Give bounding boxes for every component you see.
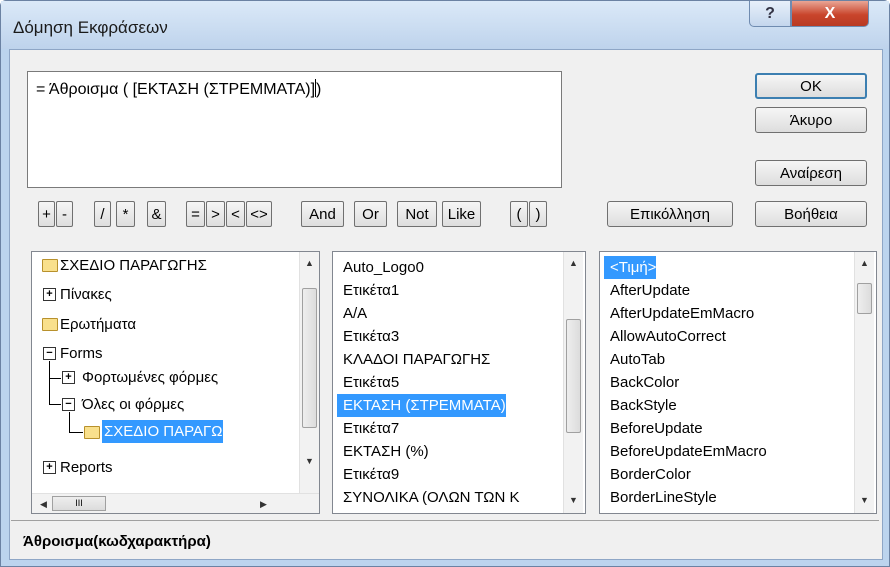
paste-button[interactable]: Επικόλληση: [607, 201, 733, 227]
scroll-up-arrow-icon[interactable]: ▲: [300, 254, 319, 272]
control-list-item[interactable]: Ετικέτα9: [337, 463, 399, 486]
controls-list-pane[interactable]: Auto_Logo0 Ετικέτα1 Α/Α Ετικέτα3 ΚΛΑΔΟΙ ΠΑΡΑ…: [332, 251, 586, 514]
operator-multiply-button[interactable]: *: [116, 201, 135, 227]
expression-textbox[interactable]: = Άθροισμα ( [ΕΚΤΑΣΗ (ΣΤΡΕΜΜΑΤΑ)]): [27, 71, 562, 188]
scroll-right-arrow-icon[interactable]: ▶: [254, 495, 273, 513]
scrollbar-thumb[interactable]: [857, 283, 872, 314]
expression-builder-window: Δόμηση Εκφράσεων ? X = Άθροισμα ( [ΕΚΤΑΣ…: [0, 0, 890, 567]
operator-divide-button[interactable]: /: [94, 201, 111, 227]
status-divider: [11, 520, 879, 521]
control-list-item[interactable]: Α/Α: [337, 302, 367, 325]
expression-closing-paren: ): [316, 81, 322, 98]
property-list-item[interactable]: AutoTab: [604, 348, 665, 371]
operator-or-button[interactable]: Or: [354, 201, 387, 227]
tree-connector: [69, 412, 70, 432]
controls-vertical-scrollbar[interactable]: ▲ ▼: [563, 252, 583, 513]
scrollbar-thumb[interactable]: [302, 288, 317, 428]
tree-item-queries[interactable]: Ερωτήματα: [54, 313, 136, 336]
control-list-item[interactable]: ΕΚΤΑΣΗ (%): [337, 440, 429, 463]
title-bar: Δόμηση Εκφράσεων ? X: [1, 1, 889, 49]
tree-connector: [49, 361, 50, 404]
control-list-item[interactable]: ΣΥΝΟΛΙΚΑ (ΟΛΩΝ ΤΩΝ Κ: [337, 486, 520, 509]
property-list-item[interactable]: BackStyle: [604, 394, 677, 417]
tree-vertical-scrollbar[interactable]: ▲ ▼: [299, 252, 319, 493]
tree-item-all-forms[interactable]: Όλες οι φόρμες: [76, 393, 184, 416]
collapse-minus-icon[interactable]: −: [62, 398, 75, 411]
operator-less-button[interactable]: <: [226, 201, 245, 227]
operator-equals-button[interactable]: =: [186, 201, 205, 227]
control-list-item[interactable]: ΚΛΑΔΟΙ ΠΑΡΑΓΩΓΗΣ: [337, 348, 490, 371]
operator-and-button[interactable]: And: [301, 201, 344, 227]
expression-text: = Άθροισμα ( [ΕΚΤΑΣΗ (ΣΤΡΕΜΜΑΤΑ)]: [36, 81, 316, 98]
scrollbar-thumb[interactable]: III: [52, 496, 106, 511]
object-tree-pane[interactable]: ΣΧΕΔΙΟ ΠΑΡΑΓΩΓΗΣ + Πίνακες Ερωτήματα − F…: [31, 251, 320, 514]
help-title-button[interactable]: ?: [749, 1, 791, 27]
operator-close-paren-button[interactable]: ): [529, 201, 547, 227]
operator-greater-button[interactable]: >: [206, 201, 225, 227]
property-list-item[interactable]: <Τιμή>: [604, 256, 657, 279]
tree-item-loaded-forms[interactable]: Φορτωμένες φόρμες: [76, 366, 218, 389]
property-list-item[interactable]: BeforeUpdate: [604, 417, 703, 440]
property-list-item[interactable]: AfterUpdate: [604, 279, 690, 302]
tree-item-forms[interactable]: Forms: [54, 342, 103, 365]
property-list-item[interactable]: AllowAutoCorrect: [604, 325, 726, 348]
property-list-item[interactable]: BackColor: [604, 371, 679, 394]
control-list-item[interactable]: Auto_Logo0: [337, 256, 424, 279]
tree-item-plan[interactable]: ΣΧΕΔΙΟ ΠΑΡΑΓΩΓΗΣ: [54, 254, 207, 277]
close-button[interactable]: X: [791, 1, 869, 27]
operator-like-button[interactable]: Like: [442, 201, 481, 227]
undo-button[interactable]: Αναίρεση: [755, 160, 867, 186]
tree-horizontal-scrollbar[interactable]: ◀ III ▶: [32, 493, 319, 513]
property-list-item[interactable]: BorderLineStyle: [604, 486, 717, 509]
scroll-left-arrow-icon[interactable]: ◀: [34, 495, 53, 513]
tree-item-current-form[interactable]: ΣΧΕΔΙΟ ΠΑΡΑΓΩ: [102, 420, 223, 443]
cancel-button[interactable]: Άκυρο: [755, 107, 867, 133]
open-folder-icon: [84, 426, 100, 439]
expand-plus-icon[interactable]: +: [62, 371, 75, 384]
properties-list-pane[interactable]: <Τιμή> AfterUpdate AfterUpdateEmMacro Allow…: [599, 251, 877, 514]
scroll-up-arrow-icon[interactable]: ▲: [855, 254, 874, 272]
property-list-item[interactable]: BorderColor: [604, 463, 691, 486]
control-list-item[interactable]: Ετικέτα3: [337, 325, 399, 348]
operator-minus-button[interactable]: -: [56, 201, 73, 227]
control-list-item[interactable]: ΕΚΤΑΣΗ (ΣΤΡΕΜΜΑΤΑ): [337, 394, 506, 417]
tree-connector: [49, 404, 61, 405]
property-list-item[interactable]: AfterUpdateEmMacro: [604, 302, 754, 325]
status-text: Άθροισμα(κωδχαρακτήρα): [23, 533, 211, 550]
scrollbar-thumb[interactable]: [566, 319, 581, 433]
tree-connector: [49, 378, 61, 379]
control-list-item[interactable]: Ετικέτα5: [337, 371, 399, 394]
scroll-down-arrow-icon[interactable]: ▼: [564, 491, 583, 509]
property-list-item[interactable]: BeforeUpdateEmMacro: [604, 440, 767, 463]
operator-notequal-button[interactable]: <>: [246, 201, 272, 227]
ok-button[interactable]: OK: [755, 73, 867, 99]
properties-vertical-scrollbar[interactable]: ▲ ▼: [854, 252, 874, 513]
window-title: Δόμηση Εκφράσεων: [13, 18, 168, 37]
operator-concat-button[interactable]: &: [147, 201, 166, 227]
tree-item-tables[interactable]: Πίνακες: [54, 283, 112, 306]
tree-item-reports[interactable]: Reports: [54, 456, 113, 479]
help-button[interactable]: Βοήθεια: [755, 201, 867, 227]
scroll-down-arrow-icon[interactable]: ▼: [855, 491, 874, 509]
operator-plus-button[interactable]: +: [38, 201, 55, 227]
operator-open-paren-button[interactable]: (: [510, 201, 528, 227]
control-list-item[interactable]: Ετικέτα7: [337, 417, 399, 440]
scroll-down-arrow-icon[interactable]: ▼: [300, 452, 319, 470]
tree-connector: [69, 432, 83, 433]
control-list-item[interactable]: Ετικέτα1: [337, 279, 399, 302]
scroll-up-arrow-icon[interactable]: ▲: [564, 254, 583, 272]
operator-not-button[interactable]: Not: [397, 201, 437, 227]
